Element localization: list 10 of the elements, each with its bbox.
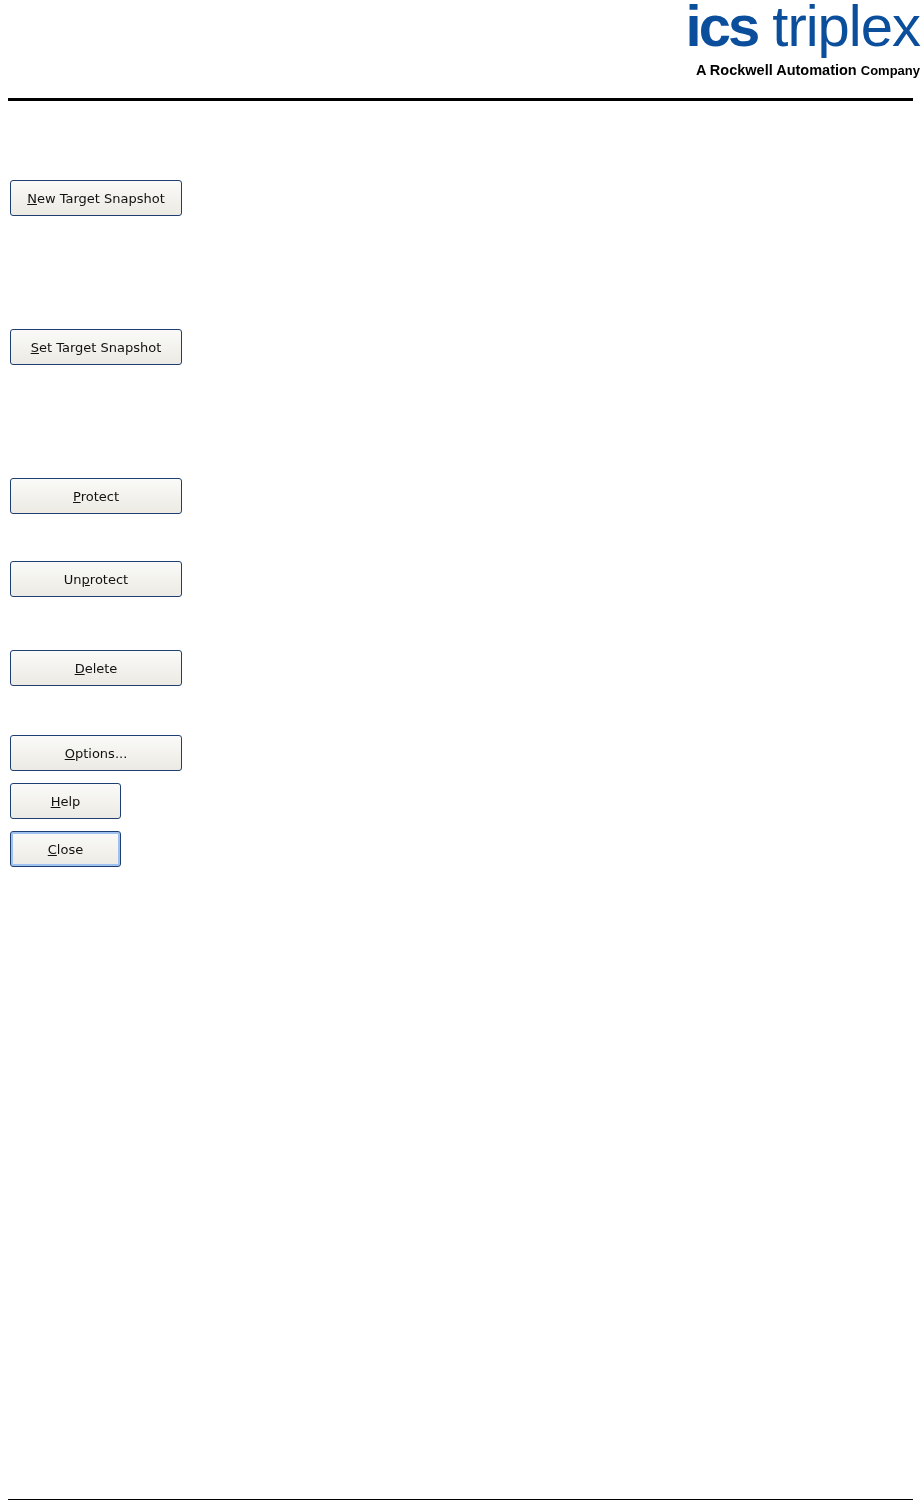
button[interactable]: Set Target Snapshot — [10, 329, 182, 365]
button[interactable]: Options... — [10, 735, 182, 771]
button[interactable]: New Target Snapshot — [10, 180, 182, 216]
button[interactable]: Help — [10, 783, 121, 819]
button[interactable]: Unprotect — [10, 561, 182, 597]
tagline: A Rockwell Automation Company — [695, 62, 920, 78]
button[interactable]: Close — [10, 831, 121, 867]
brand-logo: ics triplex — [685, 0, 920, 60]
button[interactable]: Delete — [10, 650, 182, 686]
button[interactable]: Protect — [10, 478, 182, 514]
